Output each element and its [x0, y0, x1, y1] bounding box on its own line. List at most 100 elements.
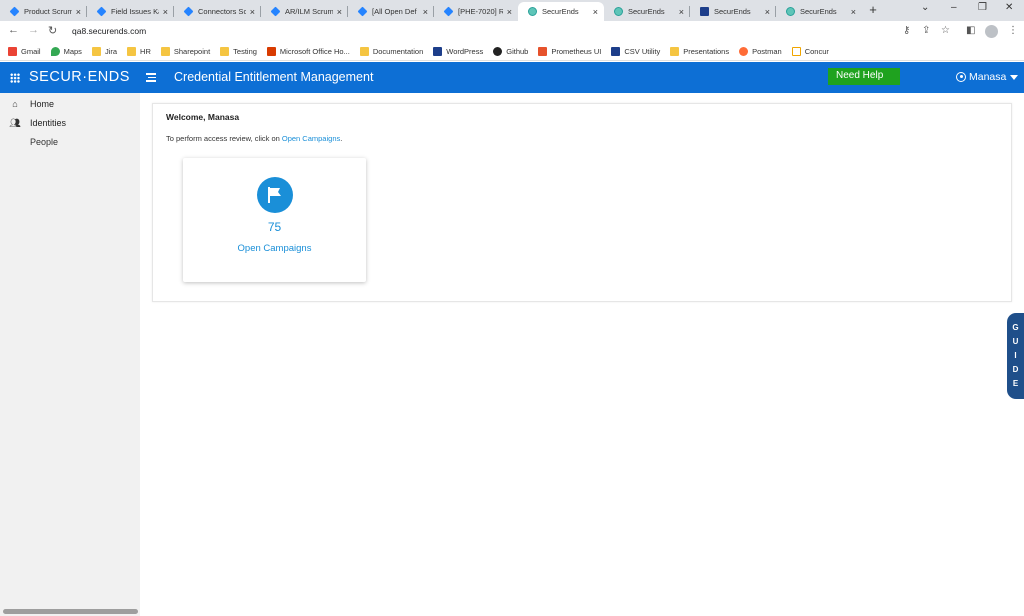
securends-logo[interactable]: SECUR·ENDS: [29, 69, 130, 85]
close-icon[interactable]: ×: [337, 7, 342, 17]
postman-icon: [739, 46, 749, 56]
open-campaigns-card[interactable]: 75 Open Campaigns: [183, 158, 366, 282]
tab-label: SecurEnds: [800, 7, 837, 16]
guide-letter: U: [1012, 337, 1019, 346]
securends-icon: [614, 7, 623, 16]
jira-icon: [358, 7, 367, 16]
side-panel-icon[interactable]: ◧: [966, 25, 975, 36]
intro-text: To perform access review, click on Open …: [166, 134, 343, 143]
folder-icon: [160, 46, 170, 56]
github-icon: [493, 46, 503, 56]
profile-avatar-icon[interactable]: [985, 25, 998, 38]
campaign-count: 75: [267, 220, 282, 234]
close-icon[interactable]: ×: [250, 7, 255, 17]
people-icon: 👥︎: [9, 117, 21, 128]
sidebar-subitem-people[interactable]: People: [30, 137, 58, 147]
forward-arrow-icon[interactable]: →: [28, 24, 39, 36]
folder-icon: [220, 46, 230, 56]
close-icon[interactable]: ×: [76, 7, 81, 17]
sidebar-scrollbar[interactable]: [3, 609, 138, 614]
tab-label: Product Scrum: [24, 7, 72, 16]
bookmark-prometheus[interactable]: Prometheus UI: [538, 46, 601, 56]
bookmark-github[interactable]: Github: [493, 46, 528, 56]
tab-label: AR/ILM Scrum: [285, 7, 333, 16]
app-grid-icon[interactable]: [10, 73, 20, 83]
close-icon[interactable]: ×: [679, 7, 684, 17]
key-icon[interactable]: ⚷: [903, 25, 910, 36]
sidebar-item-home[interactable]: ⌂ Home: [0, 95, 140, 113]
url-field[interactable]: qa8.securends.com: [72, 26, 146, 36]
office-icon: [266, 46, 276, 56]
bookmark-presentations[interactable]: Presentations: [670, 46, 729, 56]
welcome-panel: Welcome, Manasa To perform access review…: [152, 103, 1012, 302]
jira-icon: [271, 7, 280, 16]
close-icon[interactable]: ×: [593, 7, 598, 17]
jira-icon: [184, 7, 193, 16]
sidebar-item-label: Identities: [30, 118, 67, 128]
browser-tab-active[interactable]: SecurEnds ×: [518, 2, 604, 21]
securends-s-icon: [611, 46, 621, 56]
bookmark-wordpress[interactable]: WordPress: [433, 46, 483, 56]
need-help-button[interactable]: Need Help: [828, 68, 900, 85]
bookmark-csv-utility[interactable]: CSV Utility: [611, 46, 660, 56]
guide-letter: I: [1014, 351, 1017, 360]
securends-s-icon: [700, 7, 709, 16]
close-icon[interactable]: ×: [851, 7, 856, 17]
reload-icon[interactable]: ↻: [48, 24, 57, 37]
bookmark-postman[interactable]: Postman: [739, 46, 782, 56]
tab-label: Connectors Sc: [198, 7, 246, 16]
bookmark-hr[interactable]: HR: [127, 46, 151, 56]
user-menu[interactable]: Manasa: [956, 71, 1019, 83]
menu-toggle-icon[interactable]: [146, 73, 156, 82]
restore-icon[interactable]: ❐: [978, 2, 987, 13]
window-close-icon[interactable]: ✕: [1005, 2, 1013, 13]
prometheus-icon: [538, 46, 548, 56]
bookmark-documentation[interactable]: Documentation: [359, 46, 423, 56]
jira-icon: [10, 7, 19, 16]
guide-letter: D: [1012, 365, 1019, 374]
close-icon[interactable]: ×: [423, 7, 428, 17]
browser-tab[interactable]: [PHE-7020] Re ×: [434, 2, 518, 21]
home-icon: ⌂: [12, 99, 18, 109]
close-icon[interactable]: ×: [163, 7, 168, 17]
bookmark-concur[interactable]: Concur: [791, 46, 829, 56]
concur-icon: [791, 46, 801, 56]
close-icon[interactable]: ×: [765, 7, 770, 17]
share-icon[interactable]: ⇪: [922, 25, 930, 36]
new-tab-button[interactable]: +: [866, 2, 880, 17]
bookmark-testing[interactable]: Testing: [220, 46, 257, 56]
browser-tab[interactable]: Field Issues Ka ×: [87, 2, 174, 21]
browser-tab[interactable]: [All Open Def ×: [348, 2, 434, 21]
browser-tab[interactable]: Product Scrum ×: [0, 2, 87, 21]
tab-search-icon[interactable]: ⌄: [921, 2, 929, 13]
sidebar-item-identities[interactable]: 👥︎ Identities: [0, 114, 140, 132]
browser-tab[interactable]: SecurEnds ×: [690, 2, 776, 21]
app-header: SECUR·ENDS Credential Entitlement Manage…: [0, 62, 1024, 93]
page-title: Credential Entitlement Management: [174, 70, 374, 84]
user-icon: [956, 72, 966, 82]
back-arrow-icon[interactable]: ←: [8, 24, 19, 36]
guide-tab[interactable]: G U I D E: [1007, 313, 1024, 399]
tab-label: SecurEnds: [628, 7, 665, 16]
browser-tab[interactable]: Connectors Sc ×: [174, 2, 261, 21]
bookmark-sharepoint[interactable]: Sharepoint: [160, 46, 210, 56]
bookmark-office[interactable]: Microsoft Office Ho...: [266, 46, 350, 56]
folder-icon: [359, 46, 369, 56]
browser-tab[interactable]: AR/ILM Scrum ×: [261, 2, 348, 21]
close-icon[interactable]: ×: [507, 7, 512, 17]
browser-tab[interactable]: SecurEnds ×: [604, 2, 690, 21]
browser-tab[interactable]: SecurEnds ×: [776, 2, 862, 21]
star-icon[interactable]: ☆: [941, 25, 950, 36]
open-campaigns-link[interactable]: Open Campaigns: [282, 134, 340, 143]
minimize-icon[interactable]: –: [951, 2, 957, 13]
bookmark-maps[interactable]: Maps: [50, 46, 82, 56]
bookmark-jira[interactable]: Jira: [91, 46, 117, 56]
sidebar-item-label: Home: [30, 99, 55, 109]
bookmarks-bar: Gmail Maps Jira HR Sharepoint Testing Mi…: [0, 42, 1024, 61]
user-name: Manasa: [969, 71, 1007, 83]
open-campaigns-card-link[interactable]: Open Campaigns: [183, 243, 366, 254]
more-menu-icon[interactable]: ⋮: [1008, 25, 1018, 36]
tab-label: SecurEnds: [714, 7, 751, 16]
tab-label: SecurEnds: [542, 7, 579, 16]
bookmark-gmail[interactable]: Gmail: [8, 46, 41, 56]
